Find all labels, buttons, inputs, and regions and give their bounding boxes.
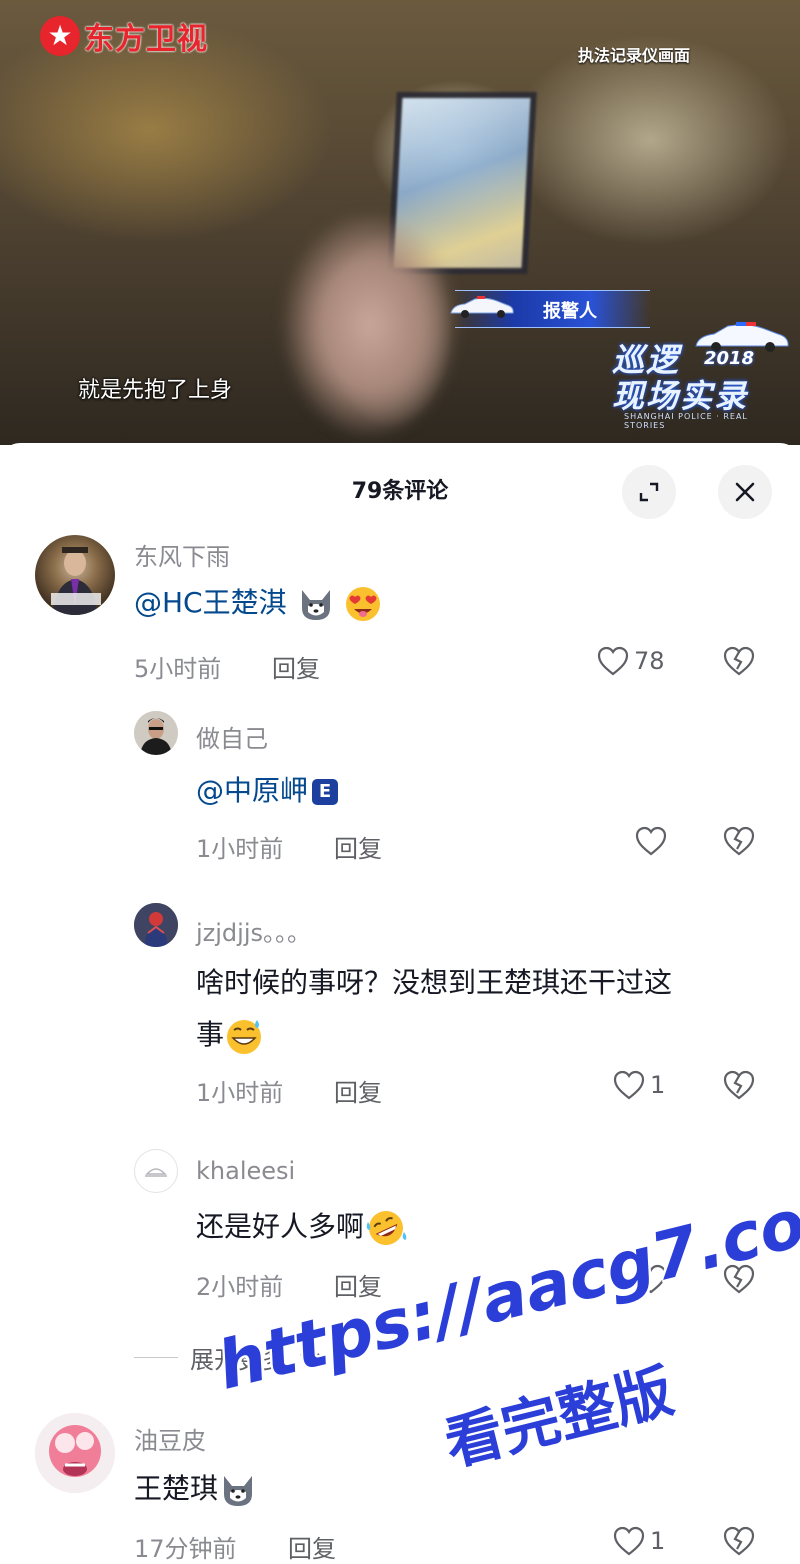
comment-text-fragment: 还是好人多啊	[196, 1210, 365, 1243]
avatar[interactable]	[35, 535, 115, 615]
reply-button[interactable]: 回复	[334, 1267, 382, 1302]
default-avatar-icon	[145, 1168, 167, 1177]
mention-link[interactable]: @HC王楚淇	[134, 586, 287, 619]
comment-time: 1小时前	[196, 835, 284, 863]
dislike-button[interactable]	[722, 1525, 756, 1561]
heart-eyes-emoji-icon	[346, 587, 381, 621]
broken-heart-icon	[723, 1070, 755, 1100]
like-button[interactable]: 1	[612, 1069, 665, 1101]
show-year: 2018	[704, 348, 755, 369]
comment-time: 5小时前	[134, 655, 222, 683]
chevron-down-icon	[300, 1352, 320, 1363]
show-logo: 巡逻 现场实录 2018 SHANGHAI POLICE · REAL STOR…	[612, 320, 792, 430]
verified-badge: E	[312, 779, 339, 805]
rofl-emoji-icon	[366, 1211, 407, 1245]
dislike-button[interactable]	[722, 1069, 756, 1105]
comment-count-title: 79条评论	[351, 479, 449, 504]
divider	[134, 1357, 178, 1358]
like-button[interactable]: 78	[596, 645, 665, 677]
comment-text-fragment: 王楚琪	[134, 1472, 219, 1505]
mention-link[interactable]: @中原岬	[196, 774, 308, 807]
heart-icon	[635, 826, 667, 856]
video-subtitle: 就是先抱了上身	[78, 378, 233, 403]
comment-text-fragment: 事	[196, 1018, 225, 1051]
like-button[interactable]: 1	[612, 1525, 665, 1557]
avatar[interactable]	[35, 1413, 115, 1493]
expand-button[interactable]	[622, 465, 676, 519]
show-subtitle: SHANGHAI POLICE · REAL STORIES	[624, 412, 748, 430]
expand-more-label: 展开更多	[190, 1346, 286, 1374]
broken-heart-icon	[723, 646, 755, 676]
star-icon: ★	[40, 16, 80, 56]
like-count: 1	[650, 1527, 666, 1555]
police-car-icon	[450, 296, 514, 318]
dislike-button[interactable]	[722, 645, 756, 681]
broken-heart-icon	[723, 1264, 755, 1294]
video-player[interactable]: ★ 东方卫视 执法记录仪画面 报警人 巡逻 现场实录 2018 SHANGHAI…	[0, 0, 800, 445]
like-button[interactable]	[634, 1263, 672, 1295]
broken-heart-icon	[723, 826, 755, 856]
expand-icon	[639, 482, 659, 502]
comment-text: 啥时候的事呀？没想到王楚琪还干过这 事	[196, 957, 672, 1061]
avatar[interactable]	[134, 903, 178, 947]
grin-sweat-emoji-icon	[227, 1020, 262, 1054]
comment-time: 2小时前	[196, 1273, 284, 1301]
avatar[interactable]	[134, 711, 178, 755]
comment-text: @HC王楚淇	[134, 577, 382, 629]
reporter-tag-label: 报警人	[543, 301, 597, 322]
show-title-line2: 现场实录	[612, 377, 749, 415]
expand-more-replies[interactable]: 展开更多	[134, 1340, 322, 1375]
channel-logo: ★ 东方卫视	[40, 14, 208, 58]
close-button[interactable]	[718, 465, 772, 519]
husky-emoji-icon	[301, 590, 330, 620]
like-count: 1	[650, 1071, 666, 1099]
comment-username[interactable]: jzjdjjs。。。	[196, 913, 311, 948]
broken-heart-icon	[723, 1526, 755, 1556]
avatar-image	[51, 547, 101, 615]
comment-username[interactable]: 做自己	[196, 719, 268, 754]
reply-button[interactable]: 回复	[272, 649, 320, 684]
comment-time: 17分钟前	[134, 1535, 237, 1563]
reply-button[interactable]: 回复	[288, 1529, 336, 1564]
comment-text-line: 事	[196, 1009, 672, 1061]
channel-name: 东方卫视	[84, 22, 208, 57]
husky-emoji-icon	[224, 1476, 253, 1506]
blurred-person	[250, 215, 500, 445]
avatar[interactable]	[134, 1149, 178, 1193]
like-button[interactable]	[634, 825, 672, 857]
avatar-image	[134, 711, 178, 755]
heart-icon	[613, 1070, 645, 1100]
reply-button[interactable]: 回复	[334, 829, 382, 864]
comment-username[interactable]: 油豆皮	[134, 1421, 206, 1456]
heart-icon	[613, 1526, 645, 1556]
dislike-button[interactable]	[722, 1263, 756, 1299]
comment-text: 王楚琪	[134, 1463, 258, 1515]
avatar-image	[35, 1413, 115, 1493]
heart-icon	[635, 1264, 667, 1294]
avatar-image	[134, 903, 178, 947]
comment-sheet: 79条评论 东风下雨 @HC王楚淇 5小时前 回复 78 做自己 @中原岬 E …	[0, 443, 800, 1563]
comment-username[interactable]: 东风下雨	[134, 537, 230, 572]
show-title-line1: 巡逻	[612, 341, 681, 379]
close-icon	[735, 482, 755, 502]
dislike-button[interactable]	[722, 825, 756, 861]
comment-text: @中原岬 E	[196, 765, 339, 817]
recorder-label: 执法记录仪画面	[578, 46, 691, 65]
comment-text-line: 啥时候的事呀？没想到王楚琪还干过这	[196, 966, 673, 999]
comment-text: 还是好人多啊	[196, 1201, 408, 1253]
comment-time: 1小时前	[196, 1079, 284, 1107]
reply-button[interactable]: 回复	[334, 1073, 382, 1108]
heart-icon	[597, 646, 629, 676]
like-count: 78	[634, 647, 665, 675]
comment-username[interactable]: khaleesi	[196, 1157, 295, 1185]
